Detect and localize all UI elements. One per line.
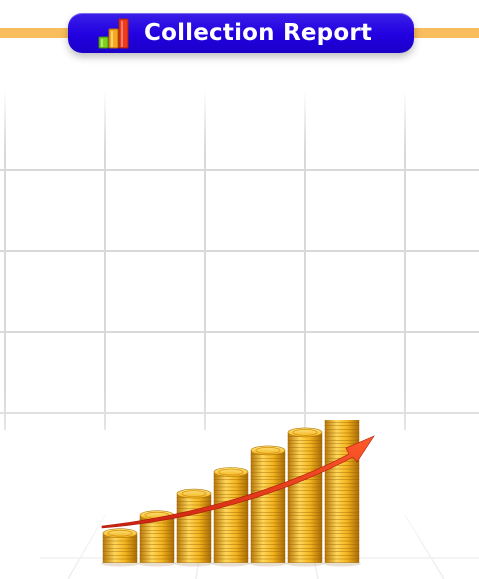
coin-growth-illustration <box>101 420 375 567</box>
coin <box>324 420 360 423</box>
coin-stack <box>176 488 212 563</box>
coin-stack <box>250 445 286 563</box>
header-accent-right <box>403 28 479 38</box>
report-title: Collection Report <box>144 20 373 46</box>
coin-stack <box>324 420 360 563</box>
coin-stack <box>213 467 249 563</box>
coin-stack <box>287 427 323 563</box>
coin-stack <box>102 528 138 563</box>
report-title-banner: Collection Report <box>68 13 414 53</box>
bar-chart-icon <box>98 18 129 49</box>
report-screen: Collection Report <box>0 0 479 579</box>
